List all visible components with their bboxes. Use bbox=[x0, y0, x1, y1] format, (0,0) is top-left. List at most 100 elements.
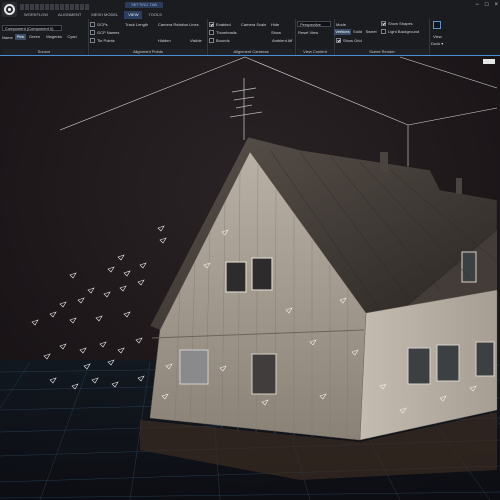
camera-marker[interactable] bbox=[117, 254, 125, 261]
show-shapes-checkbox[interactable] bbox=[381, 21, 386, 26]
camera-marker[interactable] bbox=[83, 363, 91, 370]
reset-view-button[interactable]: Reset View bbox=[298, 30, 318, 35]
camera-marker[interactable] bbox=[87, 287, 95, 294]
gcps-label: GCPs bbox=[97, 22, 108, 27]
color-green-button[interactable]: Green bbox=[28, 34, 41, 40]
quick-action-icon[interactable] bbox=[85, 4, 89, 10]
camera-marker[interactable] bbox=[157, 225, 165, 232]
camera-marker[interactable] bbox=[165, 363, 173, 370]
camera-marker[interactable] bbox=[139, 262, 147, 269]
camera-marker[interactable] bbox=[309, 339, 317, 346]
gcps-checkbox[interactable] bbox=[90, 22, 95, 27]
camera-marker[interactable] bbox=[339, 297, 347, 304]
light-background-checkbox[interactable] bbox=[381, 29, 386, 34]
camera-marker[interactable] bbox=[43, 353, 51, 360]
view-content-group-label: View Content bbox=[297, 49, 333, 55]
camera-marker[interactable] bbox=[119, 285, 127, 292]
mode-sweet-button[interactable]: Sweet bbox=[364, 29, 378, 35]
camera-marker[interactable] bbox=[137, 375, 145, 382]
color-magenta-button[interactable]: Magenta bbox=[43, 34, 65, 40]
tab-view[interactable]: VIEW bbox=[124, 11, 143, 19]
camera-marker[interactable] bbox=[399, 407, 407, 414]
viewport-gizmo[interactable] bbox=[483, 59, 495, 64]
view-layout-icon[interactable] bbox=[433, 21, 441, 29]
maximize-button[interactable]: □ bbox=[485, 2, 489, 9]
thumbnails-checkbox[interactable] bbox=[209, 30, 214, 35]
camera-marker[interactable] bbox=[77, 297, 85, 304]
bounds-checkbox[interactable] bbox=[209, 38, 214, 43]
quick-action-icon[interactable] bbox=[45, 4, 49, 10]
camera-marker[interactable] bbox=[161, 393, 169, 400]
camera-marker[interactable] bbox=[123, 311, 131, 318]
mode-solid-button[interactable]: Solid bbox=[352, 29, 363, 35]
camera-marker[interactable] bbox=[469, 385, 477, 392]
camera-marker[interactable] bbox=[107, 359, 115, 366]
camera-marker[interactable] bbox=[31, 319, 39, 326]
camera-marker[interactable] bbox=[159, 237, 167, 244]
camera-marker[interactable] bbox=[285, 307, 293, 314]
quick-action-icon[interactable] bbox=[40, 4, 44, 10]
view-menu-label[interactable]: View bbox=[433, 34, 442, 39]
quick-action-icon[interactable] bbox=[70, 4, 74, 10]
camera-marker[interactable] bbox=[59, 301, 67, 308]
tab-workflow[interactable]: WORKFLOW bbox=[20, 11, 52, 19]
camera-marker[interactable] bbox=[69, 272, 77, 279]
quick-action-icon[interactable] bbox=[55, 4, 59, 10]
camera-marker[interactable] bbox=[319, 393, 327, 400]
camera-marker[interactable] bbox=[351, 349, 359, 356]
quick-action-icon[interactable] bbox=[60, 4, 64, 10]
camera-marker[interactable] bbox=[103, 291, 111, 298]
tab-alignment[interactable]: ALIGNMENT bbox=[54, 11, 85, 19]
gcp-names-checkbox[interactable] bbox=[90, 30, 95, 35]
3d-viewport[interactable] bbox=[0, 55, 500, 500]
camera-marker[interactable] bbox=[79, 347, 87, 354]
quick-action-icon[interactable] bbox=[80, 4, 84, 10]
camera-marker[interactable] bbox=[219, 365, 227, 372]
show-grid-checkbox[interactable] bbox=[336, 38, 341, 43]
quick-action-icon[interactable] bbox=[25, 4, 29, 10]
quick-action-icon[interactable] bbox=[75, 4, 79, 10]
quick-action-icon[interactable] bbox=[50, 4, 54, 10]
show-option[interactable]: Show bbox=[271, 30, 281, 35]
color-cyan-button[interactable]: Cyan bbox=[66, 34, 78, 40]
tab-tools[interactable]: TOOLS bbox=[144, 11, 166, 19]
camera-marker[interactable] bbox=[111, 381, 119, 388]
scene-render-group: Mode Vertices Solid Sweet Show Shapes Li… bbox=[334, 19, 428, 55]
component-select[interactable]: Component (Component 0) bbox=[2, 25, 62, 31]
app-logo-icon[interactable] bbox=[2, 2, 17, 17]
camera-marker[interactable] bbox=[49, 311, 57, 318]
projection-select[interactable]: Perspective bbox=[297, 21, 331, 27]
hidden-option[interactable]: Hidden bbox=[158, 38, 171, 43]
camera-marker[interactable] bbox=[117, 347, 125, 354]
color-pink-button[interactable]: Pink bbox=[15, 34, 26, 40]
camera-marker[interactable] bbox=[71, 383, 79, 390]
mode-vertices-button[interactable]: Vertices bbox=[334, 29, 351, 35]
minimize-button[interactable]: − bbox=[475, 2, 479, 9]
tab-mesh-model[interactable]: MESH MODEL bbox=[87, 11, 122, 19]
camera-marker[interactable] bbox=[221, 229, 229, 236]
camera-marker[interactable] bbox=[439, 395, 447, 402]
dock-menu-label[interactable]: Dock ▾ bbox=[431, 41, 443, 46]
camera-marker[interactable] bbox=[95, 315, 103, 322]
camera-marker[interactable] bbox=[137, 279, 145, 286]
camera-marker[interactable] bbox=[107, 266, 115, 273]
camera-marker[interactable] bbox=[69, 317, 77, 324]
quick-action-icon[interactable] bbox=[65, 4, 69, 10]
visible-option[interactable]: Visible bbox=[190, 38, 202, 43]
camera-marker[interactable] bbox=[203, 262, 211, 269]
camera-marker[interactable] bbox=[99, 341, 107, 348]
camera-marker[interactable] bbox=[49, 377, 57, 384]
close-button[interactable]: × bbox=[494, 2, 498, 9]
camera-marker[interactable] bbox=[135, 337, 143, 344]
camera-marker[interactable] bbox=[59, 343, 67, 350]
quick-action-icon[interactable] bbox=[30, 4, 34, 10]
enabled-checkbox[interactable] bbox=[209, 22, 214, 27]
camera-marker[interactable] bbox=[91, 377, 99, 384]
quick-action-icon[interactable] bbox=[35, 4, 39, 10]
camera-marker[interactable] bbox=[379, 383, 387, 390]
camera-marker[interactable] bbox=[261, 399, 269, 406]
camera-marker[interactable] bbox=[123, 270, 131, 277]
quick-action-icon[interactable] bbox=[20, 4, 24, 10]
tie-points-checkbox[interactable] bbox=[90, 38, 95, 43]
hide-option[interactable]: Hide bbox=[271, 22, 279, 27]
